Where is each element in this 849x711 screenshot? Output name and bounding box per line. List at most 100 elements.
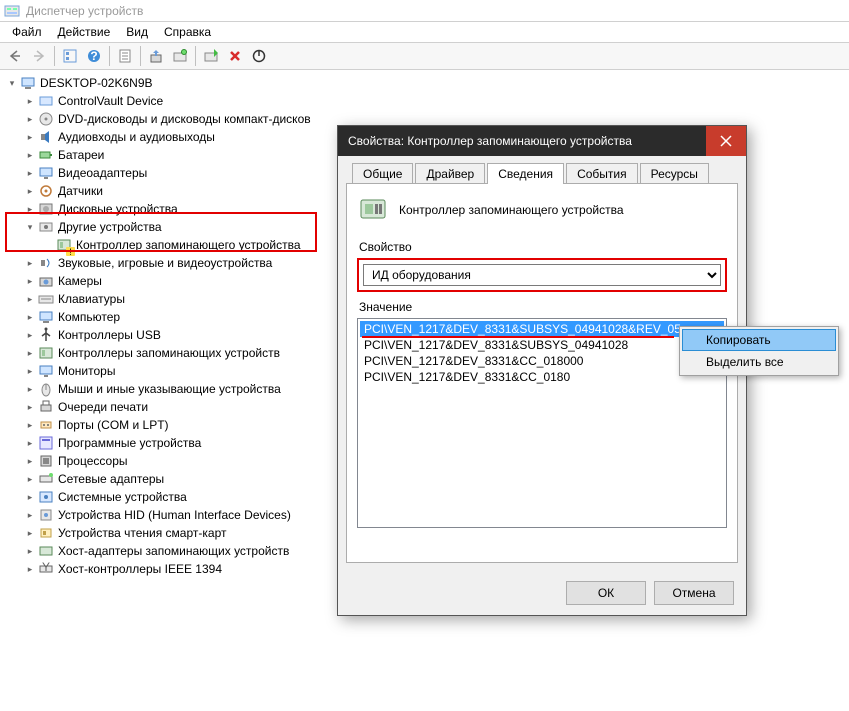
- close-icon: [720, 135, 732, 147]
- expand-icon[interactable]: ▸: [24, 365, 36, 377]
- tree-item-label: Видеоадаптеры: [58, 166, 147, 180]
- back-button[interactable]: [4, 45, 26, 67]
- tab-events[interactable]: События: [566, 163, 638, 184]
- tabstrip: Общие Драйвер Сведения События Ресурсы: [338, 156, 746, 183]
- context-select-all[interactable]: Выделить все: [682, 351, 836, 373]
- toolbar-separator: [140, 46, 141, 66]
- uninstall-button[interactable]: [224, 45, 246, 67]
- properties-button[interactable]: [114, 45, 136, 67]
- category-icon: [38, 273, 54, 289]
- property-label: Свойство: [359, 240, 727, 254]
- computer-icon: [20, 75, 36, 91]
- expand-icon[interactable]: ▸: [24, 149, 36, 161]
- device-header: Контроллер запоминающего устройства: [357, 194, 727, 226]
- tree-item-label: Компьютер: [58, 310, 120, 324]
- expand-icon[interactable]: ▸: [24, 527, 36, 539]
- device-name-text: Контроллер запоминающего устройства: [399, 203, 624, 217]
- value-item[interactable]: PCI\VEN_1217&DEV_8331&CC_018000: [360, 353, 724, 369]
- tab-driver[interactable]: Драйвер: [415, 163, 485, 184]
- tree-item-label: Хост-адаптеры запоминающих устройств: [58, 544, 289, 558]
- expand-icon[interactable]: ▸: [24, 383, 36, 395]
- category-icon: [38, 309, 54, 325]
- collapse-icon[interactable]: ▾: [6, 77, 18, 89]
- menu-file[interactable]: Файл: [4, 23, 50, 41]
- value-item[interactable]: PCI\VEN_1217&DEV_8331&SUBSYS_04941028&RE…: [360, 321, 724, 337]
- expand-icon[interactable]: ▸: [24, 167, 36, 179]
- category-icon: [38, 327, 54, 343]
- tab-general[interactable]: Общие: [352, 163, 413, 184]
- expand-icon[interactable]: ▸: [24, 419, 36, 431]
- expand-icon[interactable]: ▸: [24, 203, 36, 215]
- menu-help[interactable]: Справка: [156, 23, 219, 41]
- spacer: [42, 239, 54, 251]
- toolbar: ?: [0, 42, 849, 70]
- tree-item-label: Дисковые устройства: [58, 202, 178, 216]
- enable-button[interactable]: [200, 45, 222, 67]
- tree-root[interactable]: ▾ DESKTOP-02K6N9B: [6, 74, 849, 92]
- context-menu: Копировать Выделить все: [679, 326, 839, 376]
- menubar: Файл Действие Вид Справка: [0, 22, 849, 42]
- expand-icon[interactable]: ▸: [24, 347, 36, 359]
- expand-icon[interactable]: ▸: [24, 437, 36, 449]
- expand-icon[interactable]: ▸: [24, 185, 36, 197]
- forward-button[interactable]: [28, 45, 50, 67]
- value-listbox[interactable]: PCI\VEN_1217&DEV_8331&SUBSYS_04941028&RE…: [357, 318, 727, 528]
- disable-button[interactable]: [248, 45, 270, 67]
- expand-icon[interactable]: ▸: [24, 455, 36, 467]
- dialog-titlebar[interactable]: Свойства: Контроллер запоминающего устро…: [338, 126, 746, 156]
- highlight-annotation: [362, 336, 674, 338]
- tree-item-label: Порты (COM и LPT): [58, 418, 169, 432]
- tree-item-label: Контроллеры запоминающих устройств: [58, 346, 280, 360]
- category-icon: Y: [38, 561, 54, 577]
- expand-icon[interactable]: ▸: [24, 491, 36, 503]
- tree-item-label: Клавиатуры: [58, 292, 125, 306]
- category-icon: [38, 291, 54, 307]
- category-icon: [38, 219, 54, 235]
- category-icon: [38, 183, 54, 199]
- expand-icon[interactable]: ▸: [24, 545, 36, 557]
- menu-view[interactable]: Вид: [118, 23, 156, 41]
- property-dropdown[interactable]: ИД оборудования: [363, 264, 721, 286]
- expand-icon[interactable]: ▸: [24, 293, 36, 305]
- ok-button[interactable]: ОК: [566, 581, 646, 605]
- tree-item[interactable]: ▸ ControlVault Device: [24, 92, 849, 110]
- property-highlight: ИД оборудования: [357, 258, 727, 292]
- expand-icon[interactable]: ▸: [24, 131, 36, 143]
- expand-icon[interactable]: ▸: [24, 401, 36, 413]
- value-item[interactable]: PCI\VEN_1217&DEV_8331&SUBSYS_04941028: [360, 337, 724, 353]
- tree-item-label: ControlVault Device: [58, 94, 163, 108]
- expand-icon[interactable]: ▸: [24, 563, 36, 575]
- menu-action[interactable]: Действие: [50, 23, 119, 41]
- help-button[interactable]: ?: [83, 45, 105, 67]
- scan-hardware-button[interactable]: [169, 45, 191, 67]
- expand-icon[interactable]: ▸: [24, 275, 36, 287]
- close-button[interactable]: [706, 126, 746, 156]
- category-icon: [38, 129, 54, 145]
- tab-details[interactable]: Сведения: [487, 163, 564, 184]
- tab-resources[interactable]: Ресурсы: [640, 163, 709, 184]
- category-icon: [38, 93, 54, 109]
- show-tree-button[interactable]: [59, 45, 81, 67]
- expand-icon[interactable]: ▸: [24, 329, 36, 341]
- svg-text:Y: Y: [42, 561, 50, 574]
- tree-item-label: Устройства чтения смарт-карт: [58, 526, 226, 540]
- expand-icon[interactable]: ▸: [24, 95, 36, 107]
- context-copy[interactable]: Копировать: [682, 329, 836, 351]
- cancel-button[interactable]: Отмена: [654, 581, 734, 605]
- category-icon: [38, 435, 54, 451]
- tree-item-label: Процессоры: [58, 454, 128, 468]
- expand-icon[interactable]: ▸: [24, 473, 36, 485]
- value-item[interactable]: PCI\VEN_1217&DEV_8331&CC_0180: [360, 369, 724, 385]
- expand-icon[interactable]: ▸: [24, 311, 36, 323]
- collapse-icon[interactable]: ▾: [24, 221, 36, 233]
- update-driver-button[interactable]: [145, 45, 167, 67]
- category-icon: [38, 255, 54, 271]
- dialog-title-text: Свойства: Контроллер запоминающего устро…: [348, 134, 736, 148]
- category-icon: [38, 345, 54, 361]
- expand-icon[interactable]: ▸: [24, 509, 36, 521]
- tree-root-label: DESKTOP-02K6N9B: [40, 76, 153, 90]
- tree-item-label: Звуковые, игровые и видеоустройства: [58, 256, 272, 270]
- expand-icon[interactable]: ▸: [24, 113, 36, 125]
- app-icon: [4, 3, 20, 19]
- expand-icon[interactable]: ▸: [24, 257, 36, 269]
